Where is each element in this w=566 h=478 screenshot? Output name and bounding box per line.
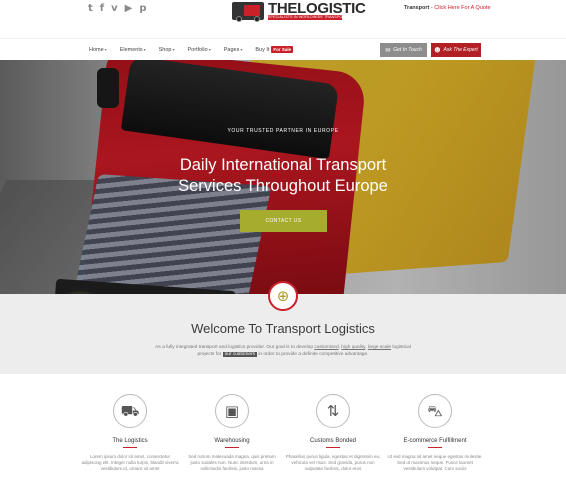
facebook-icon[interactable]: f [100,3,104,15]
main-navigation: Home ▾ Elements ▾ Shop ▾ Portfolio ▾ Pages ▾ … [0,38,566,60]
vimeo-icon[interactable]: v [111,3,118,15]
service-warehousing[interactable]: ▣ Warehousing Sed rutrum malesuada magna… [177,394,287,472]
tumblr-icon[interactable]: t [88,3,93,15]
logo-tagline: SPECIALISTS IN WORLDWIDE TRANSPORT [268,15,342,20]
contact-us-button[interactable]: CONTACT US [240,210,327,232]
globe-divider: ⊕ [268,281,298,311]
hero-banner: YOUR TRUSTED PARTNER IN EUROPE Daily Int… [0,60,566,294]
service-text: Lorem ipsum dolor sit amet, consectetur … [81,454,179,471]
nav-item-elements[interactable]: Elements ▾ [120,46,146,53]
nav-item-portfolio[interactable]: Portfolio ▾ [188,46,211,53]
road-sign-icon: ⇅ [326,401,340,420]
nav-menu: Home ▾ Elements ▾ Shop ▾ Portfolio ▾ Pages ▾ … [89,46,306,53]
chevron-down-icon: ▾ [143,47,146,52]
highlight-our-customers: our customers [222,352,257,357]
quote-link[interactable]: Click Here [434,5,459,11]
service-title: Warehousing [214,438,250,444]
ask-the-expert-button[interactable]: ☻ Ask The Expert [431,43,481,57]
chat-icon: ✉ [385,46,391,54]
services-section: ⛟ The Logistics Lorem ipsum dolor sit am… [0,374,566,478]
nav-item-pages[interactable]: Pages ▾ [224,46,243,53]
chevron-down-icon: ▾ [208,47,211,52]
nav-item-buy-it[interactable]: Buy It For Sale [255,46,294,53]
users-icon: ☻ [434,46,441,54]
shopping-cart-icon: ⛍ [427,401,443,420]
quote-prompt: Transport - Click Here For A Quote [404,5,491,11]
truck-icon: ⛟ [120,401,140,420]
service-text: Phasellus purus ligula, egestas et digni… [285,454,381,471]
chevron-down-icon: ▾ [104,47,107,52]
service-text: Ut sed magna sit amet neque egestas mole… [387,454,483,471]
chevron-down-icon: ▾ [172,47,175,52]
pinterest-icon[interactable]: p [139,3,146,15]
box-icon: ▣ [224,401,240,420]
service-the-logistics[interactable]: ⛟ The Logistics Lorem ipsum dolor sit am… [75,394,185,472]
get-in-touch-button[interactable]: ✉ Get In Touch [380,43,427,57]
top-bar: t f v ▶ p THELOGISTIC SPECIALISTS IN WOR… [0,0,566,24]
globe-icon: ⊕ [276,286,290,305]
social-links: t f v ▶ p [88,3,147,15]
service-customs-bonded[interactable]: ⇅ Customs Bonded Phasellus purus ligula,… [278,394,388,472]
welcome-intro: As a fully integrated transport and logi… [155,345,411,357]
service-text: Sed rutrum malesuada magna, quis pretium… [188,454,276,471]
nav-item-shop[interactable]: Shop ▾ [159,46,175,53]
service-title: Customs Bonded [309,438,357,444]
site-logo[interactable]: THELOGISTIC SPECIALISTS IN WORLDWIDE TRA… [230,0,366,22]
service-ecommerce-fulfillment[interactable]: ⛍ E-commerce Fulfillment Ut sed magna si… [380,394,490,472]
service-title: E-commerce Fulfillment [403,438,467,444]
nav-item-home[interactable]: Home ▾ [89,46,107,53]
chevron-down-icon: ▾ [240,47,243,52]
welcome-title: Welcome To Transport Logistics [191,321,375,336]
hero-headline: Daily International Transport Services T… [178,156,388,195]
service-title: The Logistics [112,438,148,444]
hero-eyebrow: YOUR TRUSTED PARTNER IN EUROPE [227,128,339,134]
youtube-icon[interactable]: ▶ [125,3,133,15]
for-sale-badge: For Sale [271,46,294,53]
